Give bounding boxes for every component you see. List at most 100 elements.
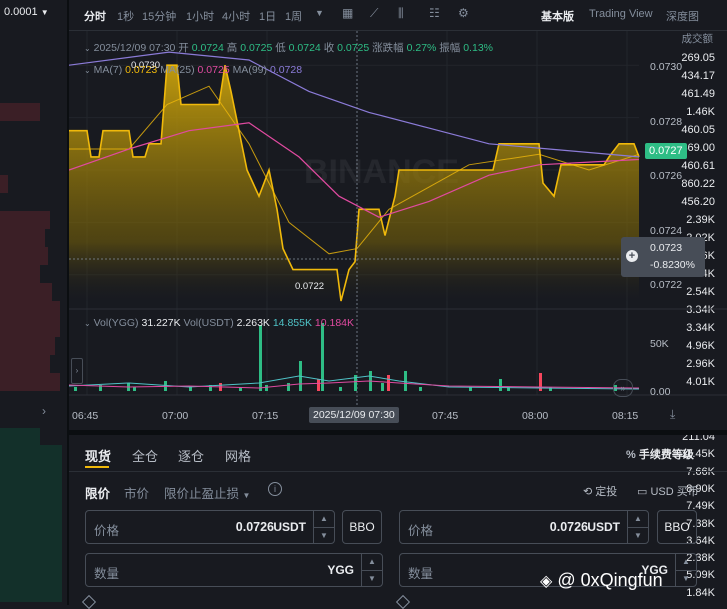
auto-invest-label: 定投 bbox=[595, 486, 618, 498]
open-value: 0.0724 bbox=[191, 42, 224, 54]
tab-grid[interactable]: 网格 bbox=[225, 446, 251, 465]
interval-2[interactable]: 15分钟 bbox=[142, 8, 176, 24]
slider-handle-icon[interactable] bbox=[395, 594, 411, 609]
dropdown-icon[interactable]: ▼ bbox=[315, 8, 329, 22]
scroll-left-icon[interactable]: › bbox=[71, 358, 83, 384]
ask-depth-bar bbox=[0, 301, 60, 319]
interval-0[interactable]: 分时 bbox=[84, 8, 106, 24]
mode-tradingview[interactable]: Trading View bbox=[589, 8, 653, 20]
volume-bar bbox=[317, 379, 320, 391]
vol-ma-value: 14.855K bbox=[272, 317, 312, 329]
scroll-right-icon[interactable]: » bbox=[613, 379, 633, 397]
volume-bar bbox=[381, 383, 384, 391]
buy-price-value[interactable]: 0.0726 bbox=[236, 520, 274, 534]
percent-icon: % bbox=[626, 449, 636, 461]
type-market[interactable]: 市价 bbox=[124, 483, 149, 502]
bid-depth-bar bbox=[0, 549, 62, 568]
volume-bar bbox=[321, 323, 324, 391]
high-value: 0.0725 bbox=[240, 42, 273, 54]
volume-bar bbox=[419, 387, 422, 391]
tab-isolated[interactable]: 逐仓 bbox=[178, 446, 204, 465]
tab-spot[interactable]: 现货 bbox=[85, 446, 111, 465]
sell-price-unit: USDT bbox=[587, 520, 620, 534]
plus-circle-icon[interactable]: + bbox=[626, 250, 638, 262]
current-price-badge: 0.0727 bbox=[645, 143, 687, 159]
time-axis-label: 06:45 bbox=[72, 410, 99, 422]
close-label: 收 bbox=[323, 42, 335, 54]
tab-cross[interactable]: 全仓 bbox=[132, 446, 158, 465]
price-stepper[interactable]: ▲ ▼ bbox=[627, 511, 648, 543]
candle-type-icon[interactable]: ⫼ bbox=[398, 6, 412, 20]
high-label: 高 bbox=[226, 42, 238, 54]
mode-depth[interactable]: 深度图 bbox=[666, 8, 699, 24]
calendar-icon[interactable]: ▦ bbox=[342, 6, 356, 20]
interval-6[interactable]: 1周 bbox=[285, 8, 302, 24]
precision-select[interactable]: 0.0001 ▼ bbox=[4, 6, 49, 18]
sell-bbo-button[interactable]: BBO bbox=[657, 510, 697, 544]
interval-1[interactable]: 1秒 bbox=[117, 8, 134, 24]
cursor-price-box: + 0.0723 -0.8230% bbox=[621, 237, 705, 277]
volume-bar bbox=[499, 379, 502, 391]
chevron-down-icon: ▼ bbox=[242, 491, 251, 500]
sell-price-value[interactable]: 0.0726 bbox=[550, 520, 588, 534]
ask-depth-bar bbox=[0, 247, 48, 265]
info-icon[interactable]: i bbox=[268, 482, 282, 496]
slider-handle-icon[interactable] bbox=[81, 594, 97, 609]
ask-depth-bar bbox=[0, 229, 45, 247]
collapse-icon[interactable]: ⌄ bbox=[84, 66, 91, 75]
volume-bar bbox=[133, 387, 136, 391]
ma7-label: MA(7) bbox=[93, 64, 123, 76]
ask-depth-bar bbox=[0, 103, 40, 121]
chevron-down-icon: ▼ bbox=[40, 8, 49, 17]
vol-ygg-value: 31.227K bbox=[141, 317, 181, 329]
user-handle: @ 0xQingfun bbox=[557, 570, 663, 590]
qty-stepper[interactable]: ▲ ▼ bbox=[675, 554, 696, 586]
time-axis-label: 07:00 bbox=[162, 410, 189, 422]
usd-buy-label: USD 买币 bbox=[650, 486, 699, 498]
interval-3[interactable]: 1小时 bbox=[186, 8, 214, 24]
interval-5[interactable]: 1日 bbox=[259, 8, 276, 24]
tab-active-underline bbox=[85, 466, 109, 468]
volume-axis-bottom: 0.00 bbox=[650, 386, 671, 398]
qty-stepper[interactable]: ▲ ▼ bbox=[361, 554, 382, 586]
volume-bar bbox=[74, 387, 77, 391]
price-chart[interactable]: BINANCE bbox=[69, 31, 727, 431]
price-stepper[interactable]: ▲ ▼ bbox=[313, 511, 334, 543]
collapse-icon[interactable]: ⌄ bbox=[84, 44, 91, 53]
buy-qty-unit: YGG bbox=[327, 563, 354, 577]
buy-price-label: 价格 bbox=[94, 524, 120, 538]
volume-info: ⌄ Vol(YGG) 31.227K Vol(USDT) 2.263K 14.8… bbox=[84, 317, 354, 329]
price-axis-label: 0.0726 bbox=[650, 170, 683, 182]
bid-depth-bar bbox=[0, 445, 62, 464]
expand-icon[interactable]: › bbox=[42, 404, 46, 418]
high-marker: 0.0730 bbox=[131, 60, 161, 71]
collapse-icon[interactable]: ⌄ bbox=[84, 319, 91, 328]
mode-basic[interactable]: 基本版 bbox=[541, 8, 574, 24]
fee-level[interactable]: % 手续费等级 bbox=[626, 446, 694, 462]
bid-row[interactable]: 1.84K bbox=[655, 587, 715, 599]
buy-qty-field[interactable]: 数量 YGG ▲ ▼ bbox=[85, 553, 383, 587]
bid-depth-bar bbox=[0, 497, 62, 516]
ask-depth-bar bbox=[0, 175, 8, 193]
type-stop-limit[interactable]: 限价止盈止损 ▼ bbox=[164, 483, 250, 502]
usd-buy[interactable]: ▭ USD 买币 bbox=[637, 483, 699, 499]
volume-bar bbox=[339, 387, 342, 391]
volume-bar bbox=[259, 325, 262, 391]
buy-bbo-button[interactable]: BBO bbox=[342, 510, 382, 544]
settings-sliders-icon[interactable]: ☷ bbox=[429, 6, 443, 20]
buy-price-field[interactable]: 价格 0.0726 USDT ▲ ▼ bbox=[85, 510, 335, 544]
sell-price-field[interactable]: 价格 0.0726 USDT ▲ ▼ bbox=[399, 510, 649, 544]
open-label: 开 bbox=[178, 42, 189, 54]
interval-4[interactable]: 4小时 bbox=[222, 8, 250, 24]
bid-depth-bar bbox=[0, 462, 62, 481]
indicator-icon[interactable]: ⟋ bbox=[370, 6, 384, 20]
reset-scale-icon[interactable]: ⤓ bbox=[670, 407, 675, 422]
sell-price-label: 价格 bbox=[408, 524, 434, 538]
type-limit[interactable]: 限价 bbox=[85, 483, 110, 502]
auto-invest[interactable]: ⟲ 定投 bbox=[583, 483, 617, 499]
amplitude-value: 0.13% bbox=[463, 42, 493, 54]
gear-icon[interactable]: ⚙ bbox=[458, 6, 472, 20]
ma25-value: 0.0725 bbox=[197, 64, 230, 76]
price-axis-label: 0.0730 bbox=[650, 61, 683, 73]
sell-qty-label: 数量 bbox=[408, 567, 434, 581]
